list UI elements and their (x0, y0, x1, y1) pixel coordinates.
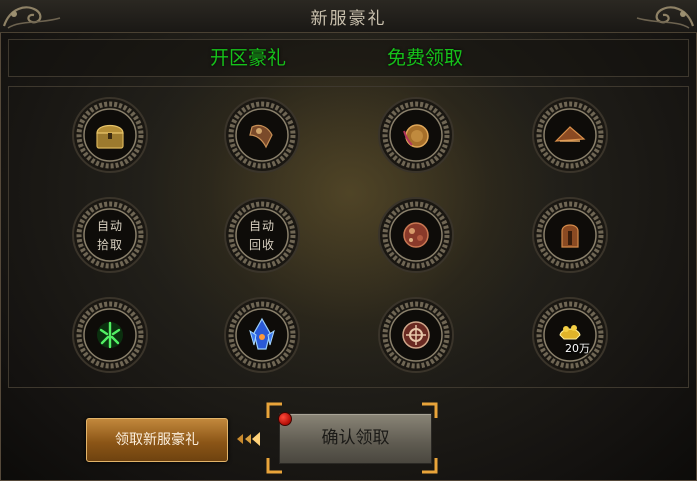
auto-pickup-line1: 自动 (96, 219, 123, 233)
header-box (8, 39, 689, 77)
reward-slot-blue-crystal[interactable] (222, 295, 302, 375)
treasure-chest-icon (96, 124, 124, 149)
dragon-ornament-right-icon (636, 6, 695, 29)
notification-dot-icon (278, 412, 292, 426)
reward-slot-gem-orb[interactable] (376, 195, 456, 275)
auto-pickup-label: 自动 拾取 (90, 217, 130, 255)
claim-gift-button[interactable]: 领取新服豪礼 (86, 418, 228, 462)
auto-recycle-line1: 自动 (248, 219, 275, 233)
bracer-icon (249, 124, 273, 149)
hat-icon (554, 126, 586, 142)
green-rune-icon (97, 321, 123, 349)
reward-slot-gold[interactable]: 20万 (530, 295, 610, 375)
arrow-right-icon (237, 432, 260, 446)
reward-slot-bracer[interactable] (222, 95, 302, 175)
gold-amount: 20万 (565, 342, 590, 355)
header-open-gift: 开区豪礼 (210, 47, 287, 69)
reward-slot-treasure-chest[interactable] (70, 95, 150, 175)
reward-slot-helmet[interactable] (530, 195, 610, 275)
reward-slot-hat[interactable] (530, 95, 610, 175)
helmet-icon (561, 224, 579, 248)
panel-title: 新服豪礼 (310, 9, 387, 29)
reward-slot-auto-pickup[interactable]: 自动 拾取 (70, 195, 150, 275)
amulet-icon (403, 124, 429, 148)
blue-crystal-icon (249, 317, 275, 350)
title-bar: 新服豪礼 (0, 0, 697, 33)
auto-pickup-line2: 拾取 (96, 238, 123, 252)
gift-panel: 新服豪礼 开区豪礼 免费领取 自动 拾取 自动 回收 20万 领取新服豪礼 确认… (0, 0, 697, 481)
reward-slot-green-rune[interactable] (70, 295, 150, 375)
auto-recycle-line2: 回收 (248, 238, 275, 252)
auto-recycle-label: 自动 回收 (242, 217, 282, 255)
reward-slot-auto-recycle[interactable]: 自动 回收 (222, 195, 302, 275)
medal-icon (402, 321, 430, 349)
header-free-claim: 免费领取 (387, 47, 464, 69)
reward-slot-amulet[interactable] (376, 95, 456, 175)
reward-slot-medal[interactable] (376, 295, 456, 375)
gem-orb-icon (403, 222, 429, 248)
confirm-claim-button[interactable]: 确认领取 (279, 413, 432, 464)
